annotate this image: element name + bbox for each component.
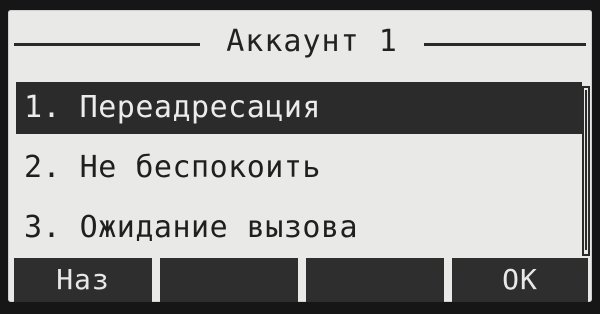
softkey-3[interactable] <box>306 258 444 302</box>
softkey-2[interactable] <box>160 258 298 302</box>
ok-softkey[interactable]: OK <box>452 258 588 302</box>
menu-scrollbar[interactable] <box>582 86 590 256</box>
lcd-screen: Аккаунт 1 1. Переадресация 2. Не беспоко… <box>8 10 592 302</box>
title-divider-right <box>424 43 586 46</box>
back-softkey[interactable]: Наз <box>14 258 152 302</box>
title-bar: Аккаунт 1 <box>14 22 586 62</box>
scrollbar-thumb[interactable] <box>585 90 587 250</box>
menu-item-forwarding[interactable]: 1. Переадресация <box>16 82 582 134</box>
title-divider-left <box>14 43 200 46</box>
account-menu: 1. Переадресация 2. Не беспокоить 3. Ожи… <box>16 82 588 262</box>
menu-item-call-waiting[interactable]: 3. Ожидание вызова <box>16 202 582 254</box>
screen-title: Аккаунт 1 <box>226 24 398 59</box>
phone-device: Аккаунт 1 1. Переадресация 2. Не беспоко… <box>0 0 600 314</box>
softkey-bar: Наз OK <box>14 258 588 302</box>
menu-item-do-not-disturb[interactable]: 2. Не беспокоить <box>16 142 582 194</box>
